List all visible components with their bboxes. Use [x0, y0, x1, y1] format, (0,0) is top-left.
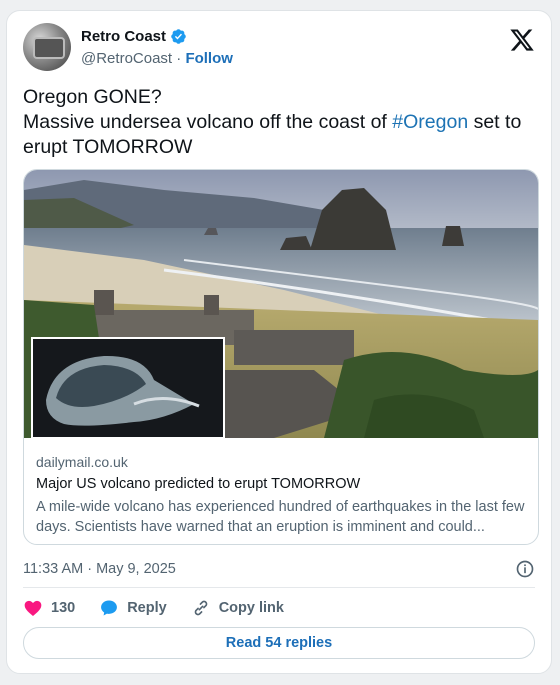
separator: · [176, 50, 182, 67]
reply-button[interactable]: Reply [99, 598, 167, 618]
link-preview-image[interactable] [24, 170, 538, 438]
divider [23, 587, 535, 588]
timestamp-row: 11:33 AM · May 9, 2025 [23, 557, 535, 581]
follow-button[interactable]: Follow [185, 50, 233, 67]
link-domain: dailymail.co.uk [36, 454, 128, 470]
hashtag-link[interactable]: #Oregon [392, 111, 468, 133]
action-bar: 130 Reply Copy link [23, 595, 535, 621]
timestamp[interactable]: 11:33 AM · May 9, 2025 [23, 561, 176, 577]
tweet-line-2: Massive undersea volcano off the coast o… [23, 110, 535, 160]
copy-link-label: Copy link [218, 600, 284, 616]
tweet-card: Retro Coast @RetroCoast · Follow Oregon … [6, 10, 552, 674]
link-meta: dailymail.co.uk Major US volcano predict… [36, 454, 526, 537]
x-logo-icon[interactable] [509, 27, 535, 53]
read-replies-button[interactable]: Read 54 replies [23, 627, 535, 659]
link-icon [194, 600, 207, 616]
like-count: 130 [51, 600, 76, 616]
reply-bubble-icon [101, 600, 118, 616]
name-row: Retro Coast [81, 28, 187, 45]
info-icon[interactable] [515, 559, 535, 579]
tweet-line-1: Oregon GONE? [23, 86, 162, 108]
like-button[interactable]: 130 [23, 598, 75, 618]
tweet-text: Oregon GONE? Massive undersea volcano of… [23, 85, 535, 160]
verified-badge-icon [171, 29, 186, 44]
copy-link-button[interactable]: Copy link [191, 598, 284, 618]
handle[interactable]: @RetroCoast [81, 50, 172, 67]
link-title[interactable]: Major US volcano predicted to erupt TOMO… [36, 476, 526, 492]
tweet-header: Retro Coast @RetroCoast · Follow [23, 23, 535, 75]
reply-label: Reply [127, 600, 167, 616]
link-description: A mile-wide volcano has experienced hund… [36, 499, 525, 535]
avatar[interactable] [23, 23, 71, 71]
display-name[interactable]: Retro Coast [81, 28, 166, 45]
tweet-text-prefix: Massive undersea volcano off the coast o… [23, 111, 393, 133]
heart-icon [24, 600, 42, 616]
link-preview-card[interactable]: dailymail.co.uk Major US volcano predict… [23, 169, 539, 545]
handle-row: @RetroCoast · Follow [81, 50, 233, 67]
